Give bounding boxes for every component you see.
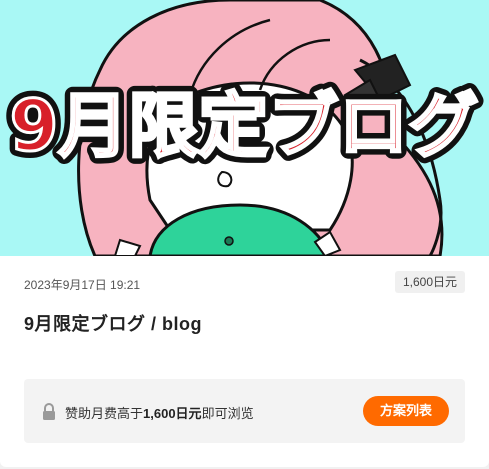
lock-message: 赞助月费高于1,600日元即可浏览: [65, 403, 254, 422]
post-card[interactable]: 9月限定ブログ 9月限定ブログ 2023年9月17日 19:21 1,600日元…: [0, 0, 489, 467]
post-date: 2023年9月17日 19:21: [24, 278, 141, 292]
price-badge: 1,600日元: [394, 271, 465, 293]
post-thumbnail[interactable]: 9月限定ブログ 9月限定ブログ: [0, 0, 489, 256]
lock-message-suffix: 即可浏览: [201, 406, 254, 421]
plan-list-button[interactable]: 方案列表: [363, 396, 449, 426]
lock-message-prefix: 赞助月费高于: [65, 406, 144, 421]
thumbnail-title: 9月限定ブログ: [10, 85, 479, 167]
thumbnail-illustration: 9月限定ブログ 9月限定ブログ: [3, 0, 485, 256]
lock-message-amount: 1,600日元: [143, 406, 202, 421]
locked-content-notice: 赞助月费高于1,600日元即可浏览 方案列表: [24, 379, 465, 443]
post-title[interactable]: 9月限定ブログ / blog: [24, 310, 202, 336]
lock-icon: [43, 403, 55, 420]
